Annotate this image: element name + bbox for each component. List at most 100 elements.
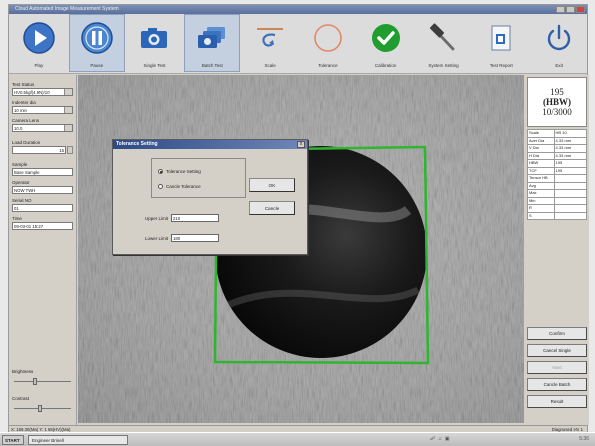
play-label: Play — [34, 63, 44, 68]
result-value: HB 10 — [553, 129, 588, 138]
exit-label: Exit — [555, 63, 563, 68]
tray-volume-icon[interactable]: ♫ — [438, 436, 442, 442]
results-table: Scale HB 10 Aver Dia 4.33 mm V Dia 4.33 mm H D… — [527, 129, 588, 220]
scale-button[interactable]: Scale — [242, 14, 298, 72]
scale-icon — [253, 21, 287, 55]
lower-limit-row: Lower Limit 180 — [118, 234, 219, 242]
cancel-single-button[interactable]: Cancel Single — [527, 344, 587, 357]
pause-button[interactable]: Pause — [68, 14, 125, 72]
brightness-track — [14, 381, 71, 382]
tray-app-icon[interactable]: ▣ — [445, 436, 450, 442]
taskbar: START Engineer Brinell ☍ ♫ ▣ 5:36 — [0, 432, 595, 446]
power-icon — [542, 21, 576, 55]
calibration-button[interactable]: Calibration — [358, 14, 414, 72]
window-titlebar: Cloud Automated Image Measurement System — [9, 5, 587, 14]
result-value — [553, 189, 588, 198]
cancel-tolerance-radio[interactable]: Cancle Tolerance — [158, 184, 201, 189]
window-controls — [556, 6, 585, 13]
dialog-cancel-button[interactable]: Cancle — [249, 201, 295, 215]
taskbar-app-item[interactable]: Engineer Brinell — [28, 435, 128, 445]
report-icon — [484, 21, 518, 55]
results-panel: 195 (HBW) 10/3000 Scale HB 10 Aver Dia 4.33… — [525, 75, 589, 425]
result-key: HBW — [527, 159, 555, 168]
hardness-unit: (HBW) — [543, 97, 571, 107]
lower-limit-label: Lower Limit — [144, 235, 168, 241]
result-button[interactable]: Result — [527, 395, 587, 408]
result-row: H Dia 4.33 mm — [527, 151, 588, 160]
result-key: Avg — [527, 181, 555, 190]
result-key: S — [527, 211, 555, 220]
result-row: HBW 195 — [527, 159, 588, 168]
tolerance-setting-radio[interactable]: Tolerance Setting — [158, 169, 201, 174]
result-row: Min — [527, 196, 588, 205]
brightness-thumb[interactable] — [32, 378, 37, 385]
close-window-button[interactable] — [576, 6, 585, 13]
tolerance-mode-group: Tolerance Setting Cancle Tolerance — [151, 158, 246, 198]
radio-selected-icon — [158, 169, 163, 174]
result-value: 195 — [553, 159, 588, 168]
camera-lens-select[interactable]: 10.0 — [12, 124, 73, 132]
batch-test-button[interactable]: Batch Test — [184, 14, 241, 72]
checkmark-icon — [369, 21, 403, 55]
cancel-batch-button[interactable]: Cancle Batch — [527, 378, 587, 391]
dialog-ok-button[interactable]: OK — [249, 178, 295, 192]
test-report-button[interactable]: Test Report — [473, 14, 529, 72]
result-row: Tensor HB — [527, 174, 588, 183]
dialog-close-button[interactable]: x — [297, 141, 305, 148]
tray-network-icon[interactable]: ☍ — [430, 436, 435, 442]
batch-test-label: Batch Test — [201, 63, 223, 68]
result-key: Scale — [527, 129, 555, 138]
sample-input[interactable]: Base Sample — [12, 168, 73, 176]
start-button[interactable]: START — [2, 435, 24, 445]
tolerance-button[interactable]: Tolerance — [300, 14, 356, 72]
serial-input[interactable]: 01 — [12, 204, 73, 212]
result-value — [553, 196, 588, 205]
pause-label: Pause — [90, 63, 104, 68]
system-setting-label: System Setting — [428, 63, 459, 68]
scale-label: Scale — [264, 63, 276, 68]
upper-limit-label: Upper Limit — [144, 215, 168, 221]
confirm-button[interactable]: Confirm — [527, 327, 587, 340]
contrast-thumb[interactable] — [37, 405, 42, 412]
upper-limit-input[interactable]: 210 — [171, 214, 219, 222]
exit-button[interactable]: Exit — [531, 14, 587, 72]
system-setting-button[interactable]: System Setting — [416, 14, 472, 72]
next-button[interactable]: Next — [527, 361, 587, 374]
settings-panel: Test Status HV0.5kgf(4.9N)/10 Indenter d… — [9, 75, 77, 425]
contrast-slider[interactable] — [12, 404, 73, 412]
tolerance-label: Tolerance — [318, 63, 338, 68]
minimize-button[interactable] — [556, 6, 565, 13]
radio-unselected-icon — [158, 184, 163, 189]
maximize-button[interactable] — [566, 6, 575, 13]
result-value — [553, 204, 588, 213]
play-icon — [22, 21, 56, 55]
contrast-track — [14, 408, 71, 409]
indenter-select[interactable]: 10 min — [12, 106, 73, 114]
result-row: Aver Dia 4.33 mm — [527, 136, 588, 145]
toolbar: Play Pause Single Test Batch Test Scale — [9, 14, 587, 74]
cancel-tolerance-radio-label: Cancle Tolerance — [166, 184, 201, 189]
lower-limit-input[interactable]: 180 — [171, 234, 219, 242]
brightness-slider[interactable] — [12, 377, 73, 385]
result-value — [553, 211, 588, 220]
single-test-button[interactable]: Single Test — [127, 14, 183, 72]
operator-input[interactable]: NOW TWH — [12, 186, 73, 194]
result-row: V Dia 4.33 mm — [527, 144, 588, 153]
upper-limit-row: Upper Limit 210 — [118, 214, 219, 222]
result-row: Max — [527, 189, 588, 198]
system-tray: ☍ ♫ ▣ — [430, 436, 450, 442]
brightness-label: Brightness — [12, 369, 34, 374]
play-button[interactable]: Play — [11, 14, 67, 72]
taskbar-clock: 5:36 — [579, 436, 589, 442]
single-test-label: Single Test — [143, 63, 166, 68]
result-key: Tensor HB — [527, 174, 555, 183]
brightness-control: Brightness — [12, 365, 73, 385]
result-value: 4.33 mm — [553, 151, 588, 160]
load-duration-input[interactable]: 15 — [12, 146, 66, 154]
test-status-select[interactable]: HV0.5kgf(4.9N)/10 — [12, 88, 73, 96]
contrast-label: Contrast — [12, 396, 30, 401]
results-actions: Confirm Cancel Single Next Cancle Batch … — [527, 323, 587, 408]
load-duration-spin-button[interactable] — [67, 146, 73, 154]
time-input[interactable]: 09-03-01 15:27 — [12, 222, 73, 230]
result-key: Min — [527, 196, 555, 205]
